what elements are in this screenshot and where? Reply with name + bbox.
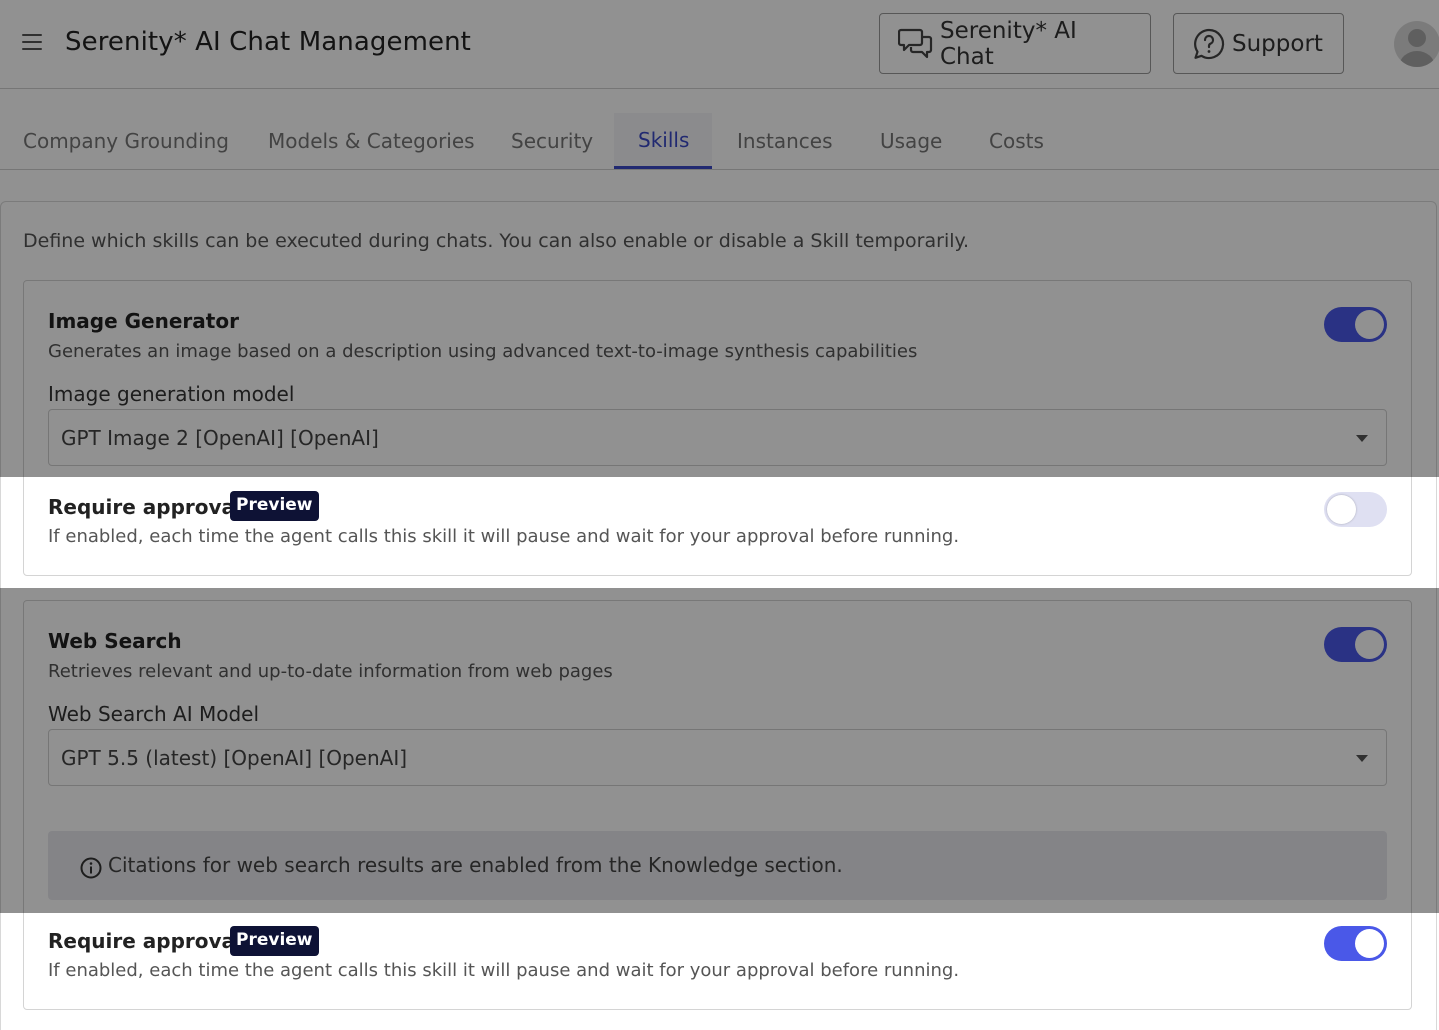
web-search-model-select[interactable]: GPT 5.5 (latest) [OpenAI] [OpenAI]: [48, 729, 1387, 786]
tab-usage[interactable]: Usage: [880, 129, 942, 153]
require-approval-description: If enabled, each time the agent calls th…: [48, 960, 960, 981]
user-icon: [1399, 29, 1435, 67]
skill-name: Web Search: [48, 629, 182, 653]
model-field-label: Web Search AI Model: [48, 702, 260, 726]
notice-text: Citations for web search results are ena…: [108, 853, 843, 877]
support-label: Support: [1232, 30, 1323, 57]
require-approval-description: If enabled, each time the agent calls th…: [48, 526, 960, 547]
skills-intro-text: Define which skills can be executed duri…: [23, 230, 970, 252]
open-chat-button[interactable]: Serenity* AI Chat: [879, 13, 1151, 74]
support-button[interactable]: Support: [1173, 13, 1344, 74]
tab-company-grounding[interactable]: Company Grounding: [23, 129, 229, 153]
tab-security[interactable]: Security: [511, 129, 593, 153]
open-chat-label: Serenity* AI Chat: [940, 17, 1077, 70]
skill-enable-toggle[interactable]: [1324, 307, 1387, 342]
skill-description: Generates an image based on a descriptio…: [48, 341, 918, 362]
user-avatar[interactable]: [1394, 21, 1439, 67]
select-value: GPT Image 2 [OpenAI] [OpenAI]: [61, 426, 379, 450]
citations-notice: Citations for web search results are ena…: [48, 831, 1387, 900]
tab-instances[interactable]: Instances: [737, 129, 833, 153]
help-bubble-icon: [1194, 28, 1225, 59]
menu-icon[interactable]: [22, 34, 42, 50]
require-approval-label: Require approval: [48, 929, 242, 953]
require-approval-label: Require approval: [48, 495, 242, 519]
app-root: Serenity* AI Chat Management Serenity* A…: [0, 0, 1439, 1030]
active-tab-indicator: [614, 166, 712, 169]
dropdown-arrow-icon: [1356, 435, 1368, 442]
preview-badge: Preview: [230, 926, 319, 956]
skill-name: Image Generator: [48, 309, 239, 333]
skill-enable-toggle[interactable]: [1324, 627, 1387, 662]
model-field-label: Image generation model: [48, 382, 295, 406]
dropdown-arrow-icon: [1356, 755, 1368, 762]
tab-skills[interactable]: Skills: [638, 128, 689, 152]
page-title: Serenity* AI Chat Management: [65, 27, 471, 57]
select-value: GPT 5.5 (latest) [OpenAI] [OpenAI]: [61, 746, 408, 770]
info-icon: [80, 857, 102, 879]
tab-costs[interactable]: Costs: [989, 129, 1044, 153]
top-header: Serenity* AI Chat Management Serenity* A…: [0, 0, 1439, 89]
require-approval-toggle[interactable]: [1324, 492, 1387, 527]
require-approval-toggle[interactable]: [1324, 926, 1387, 961]
preview-badge: Preview: [230, 491, 319, 521]
tab-models-categories[interactable]: Models & Categories: [268, 129, 475, 153]
chat-bubbles-icon: [898, 28, 933, 58]
skill-description: Retrieves relevant and up-to-date inform…: [48, 661, 613, 682]
image-model-select[interactable]: GPT Image 2 [OpenAI] [OpenAI]: [48, 409, 1387, 466]
tab-bar: Company Grounding Models & Categories Se…: [0, 89, 1439, 170]
